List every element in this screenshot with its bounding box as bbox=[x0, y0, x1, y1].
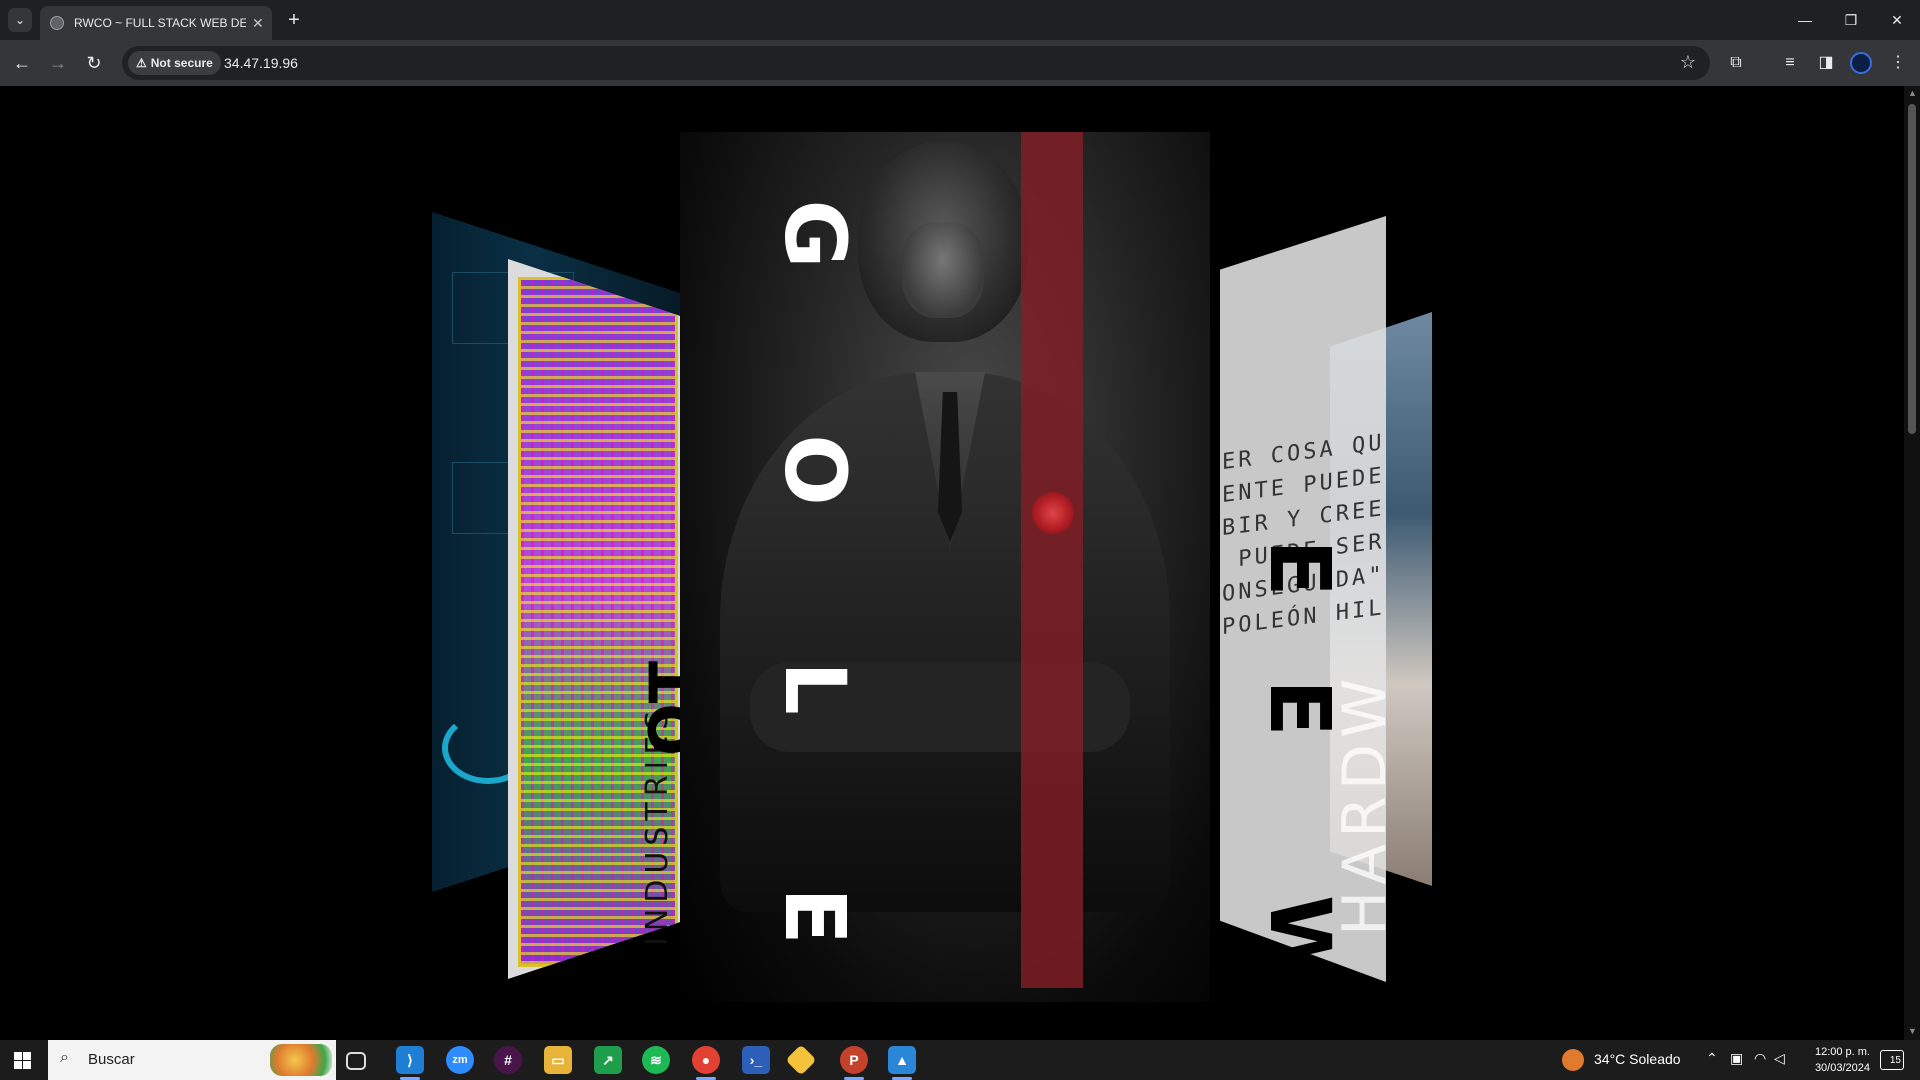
new-tab-button[interactable]: + bbox=[282, 8, 306, 32]
security-chip[interactable]: ⚠ Not secure bbox=[128, 51, 221, 75]
media-queue-icon[interactable]: ≡ bbox=[1778, 51, 1802, 75]
rose-icon bbox=[1032, 492, 1074, 534]
center-gorilla-panel[interactable]: G O L E bbox=[680, 132, 1210, 1002]
spotify-icon[interactable]: ≋ bbox=[642, 1046, 670, 1074]
page-viewport: INDUSTRIES OT G O L E ER COSA QUE ENTE PU… bbox=[0, 86, 1904, 1040]
slack-icon[interactable]: # bbox=[494, 1046, 522, 1074]
photos-icon[interactable]: ▲ bbox=[888, 1046, 916, 1080]
profile-avatar[interactable] bbox=[1850, 52, 1872, 74]
git-client-icon[interactable] bbox=[785, 1044, 817, 1076]
url-text[interactable]: 34.47.19.96 bbox=[224, 55, 298, 71]
extensions-puzzle-icon[interactable]: ⧉ bbox=[1724, 51, 1748, 75]
right-letter: W bbox=[1251, 895, 1349, 988]
weather-sun-icon[interactable] bbox=[1562, 1049, 1584, 1071]
center-letter: L bbox=[766, 661, 864, 715]
center-letter: O bbox=[766, 434, 864, 506]
close-window-button[interactable]: ✕ bbox=[1874, 8, 1920, 32]
browser-toolbar: ← → ↻ ⚠ Not secure 34.47.19.96 ☆ ⧉ ≡ ◨ ⋮ bbox=[0, 40, 1920, 86]
meet-now-icon[interactable]: ▣ bbox=[1730, 1050, 1743, 1067]
terminal-icon[interactable]: ›_ bbox=[742, 1046, 770, 1074]
weather-text[interactable]: 34°C Soleado bbox=[1594, 1051, 1681, 1067]
restore-button[interactable]: ❐ bbox=[1828, 8, 1874, 32]
center-letter: G bbox=[766, 199, 864, 269]
wifi-icon[interactable]: ◠ bbox=[1754, 1050, 1766, 1067]
warning-icon: ⚠ bbox=[136, 56, 147, 70]
powerpoint-icon[interactable]: P bbox=[840, 1046, 868, 1080]
tab-title: RWCO ~ FULL STACK WEB DEV bbox=[74, 16, 246, 30]
reload-icon[interactable]: ↻ bbox=[82, 51, 106, 75]
clock[interactable]: 12:00 p. m. 30/03/2024 bbox=[1790, 1044, 1870, 1076]
scroll-down-icon[interactable]: ▼ bbox=[1908, 1026, 1917, 1036]
windows-start-icon[interactable] bbox=[14, 1052, 31, 1069]
notification-center-icon[interactable]: 15 bbox=[1880, 1050, 1904, 1070]
search-highlight-image bbox=[270, 1044, 332, 1076]
task-view-icon[interactable] bbox=[346, 1052, 366, 1070]
close-tab-icon[interactable]: ✕ bbox=[252, 15, 264, 32]
menu-kebab-icon[interactable]: ⋮ bbox=[1886, 51, 1910, 75]
side-panel-icon[interactable]: ◨ bbox=[1814, 51, 1838, 75]
right-letter: E bbox=[1251, 679, 1349, 737]
tray-chevron-icon[interactable]: ⌃ bbox=[1706, 1050, 1718, 1067]
chevron-down-icon[interactable]: ⌄ bbox=[8, 8, 32, 32]
page-scrollbar[interactable]: ▲ ▼ bbox=[1904, 86, 1920, 1040]
gorilla-head bbox=[858, 142, 1028, 342]
address-bar[interactable]: ⚠ Not secure 34.47.19.96 ☆ bbox=[122, 46, 1710, 80]
right-vertical-word: E E W bbox=[1251, 526, 1349, 1040]
tab-strip: ⌄ RWCO ~ FULL STACK WEB DEV ✕ + — ❐ ✕ bbox=[0, 0, 1920, 40]
date-text: 30/03/2024 bbox=[1814, 1062, 1870, 1074]
vscode-icon[interactable]: ⟩ bbox=[396, 1046, 424, 1080]
forward-arrow-icon[interactable]: → bbox=[46, 51, 70, 75]
scroll-thumb[interactable] bbox=[1908, 104, 1916, 434]
globe-icon bbox=[50, 16, 64, 30]
volume-icon[interactable]: ◁ bbox=[1774, 1050, 1785, 1067]
bookmark-star-icon[interactable]: ☆ bbox=[1680, 52, 1696, 73]
minimize-button[interactable]: — bbox=[1782, 8, 1828, 32]
browser-tab[interactable]: RWCO ~ FULL STACK WEB DEV ✕ bbox=[40, 6, 272, 40]
search-icon: ⌕ bbox=[60, 1049, 69, 1066]
right-letter: E bbox=[1251, 539, 1349, 597]
chart-app-icon[interactable]: ↗ bbox=[594, 1046, 622, 1074]
search-placeholder: Buscar bbox=[88, 1051, 135, 1068]
gorilla-face bbox=[902, 222, 984, 318]
security-label: Not secure bbox=[150, 56, 213, 70]
time-text: 12:00 p. m. bbox=[1814, 1046, 1870, 1058]
zoom-icon[interactable]: zm bbox=[446, 1046, 474, 1074]
file-explorer-icon[interactable]: ▭ bbox=[544, 1046, 572, 1074]
center-vertical-word: G O L E bbox=[766, 192, 864, 982]
back-arrow-icon[interactable]: ← bbox=[10, 51, 34, 75]
taskbar-search[interactable]: ⌕ Buscar bbox=[48, 1040, 336, 1080]
red-stripe bbox=[1021, 132, 1083, 988]
windows-taskbar: ⌕ Buscar ⟩ zm # ▭ ↗ ≋ ● ›_ P ▲ 34°C Sole… bbox=[0, 1040, 1920, 1080]
center-letter: E bbox=[766, 887, 864, 945]
scroll-up-icon[interactable]: ▲ bbox=[1908, 88, 1917, 98]
chrome-icon[interactable]: ● bbox=[692, 1046, 720, 1080]
